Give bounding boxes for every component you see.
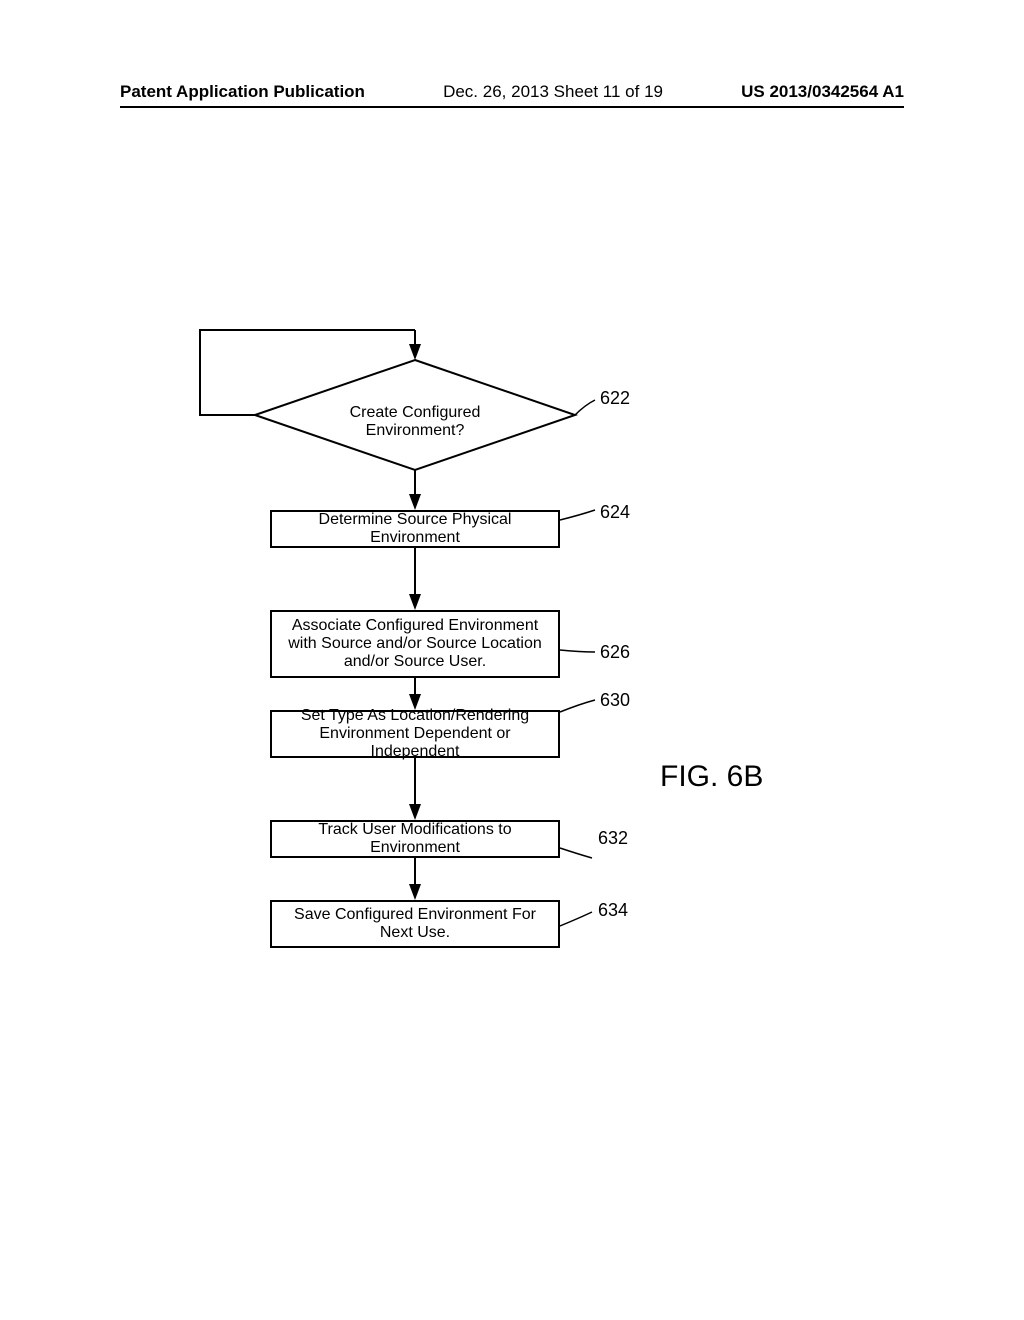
header-center: Dec. 26, 2013 Sheet 11 of 19	[443, 82, 663, 102]
step-box-632: Track User Modifications to Environment	[270, 820, 560, 858]
ref-634: 634	[598, 900, 628, 921]
step-box-624: Determine Source Physical Environment	[270, 510, 560, 548]
decision-text: Create Configured Environment?	[300, 404, 530, 440]
header-right: US 2013/0342564 A1	[741, 82, 904, 102]
step-box-626: Associate Configured Environment with So…	[270, 610, 560, 678]
step-text: Associate Configured Environment with So…	[278, 617, 552, 671]
ref-622: 622	[600, 388, 630, 409]
header-left: Patent Application Publication	[120, 82, 365, 102]
step-text: Determine Source Physical Environment	[278, 511, 552, 547]
step-text: Save Configured Environment For Next Use…	[278, 906, 552, 942]
step-text: Set Type As Location/Rendering Environme…	[278, 707, 552, 761]
figure-label: FIG. 6B	[660, 760, 763, 794]
ref-632: 632	[598, 828, 628, 849]
page-header: Patent Application Publication Dec. 26, …	[120, 82, 904, 108]
step-text: Track User Modifications to Environment	[278, 821, 552, 857]
ref-626: 626	[600, 642, 630, 663]
ref-624: 624	[600, 502, 630, 523]
step-box-634: Save Configured Environment For Next Use…	[270, 900, 560, 948]
step-box-630: Set Type As Location/Rendering Environme…	[270, 710, 560, 758]
ref-630: 630	[600, 690, 630, 711]
